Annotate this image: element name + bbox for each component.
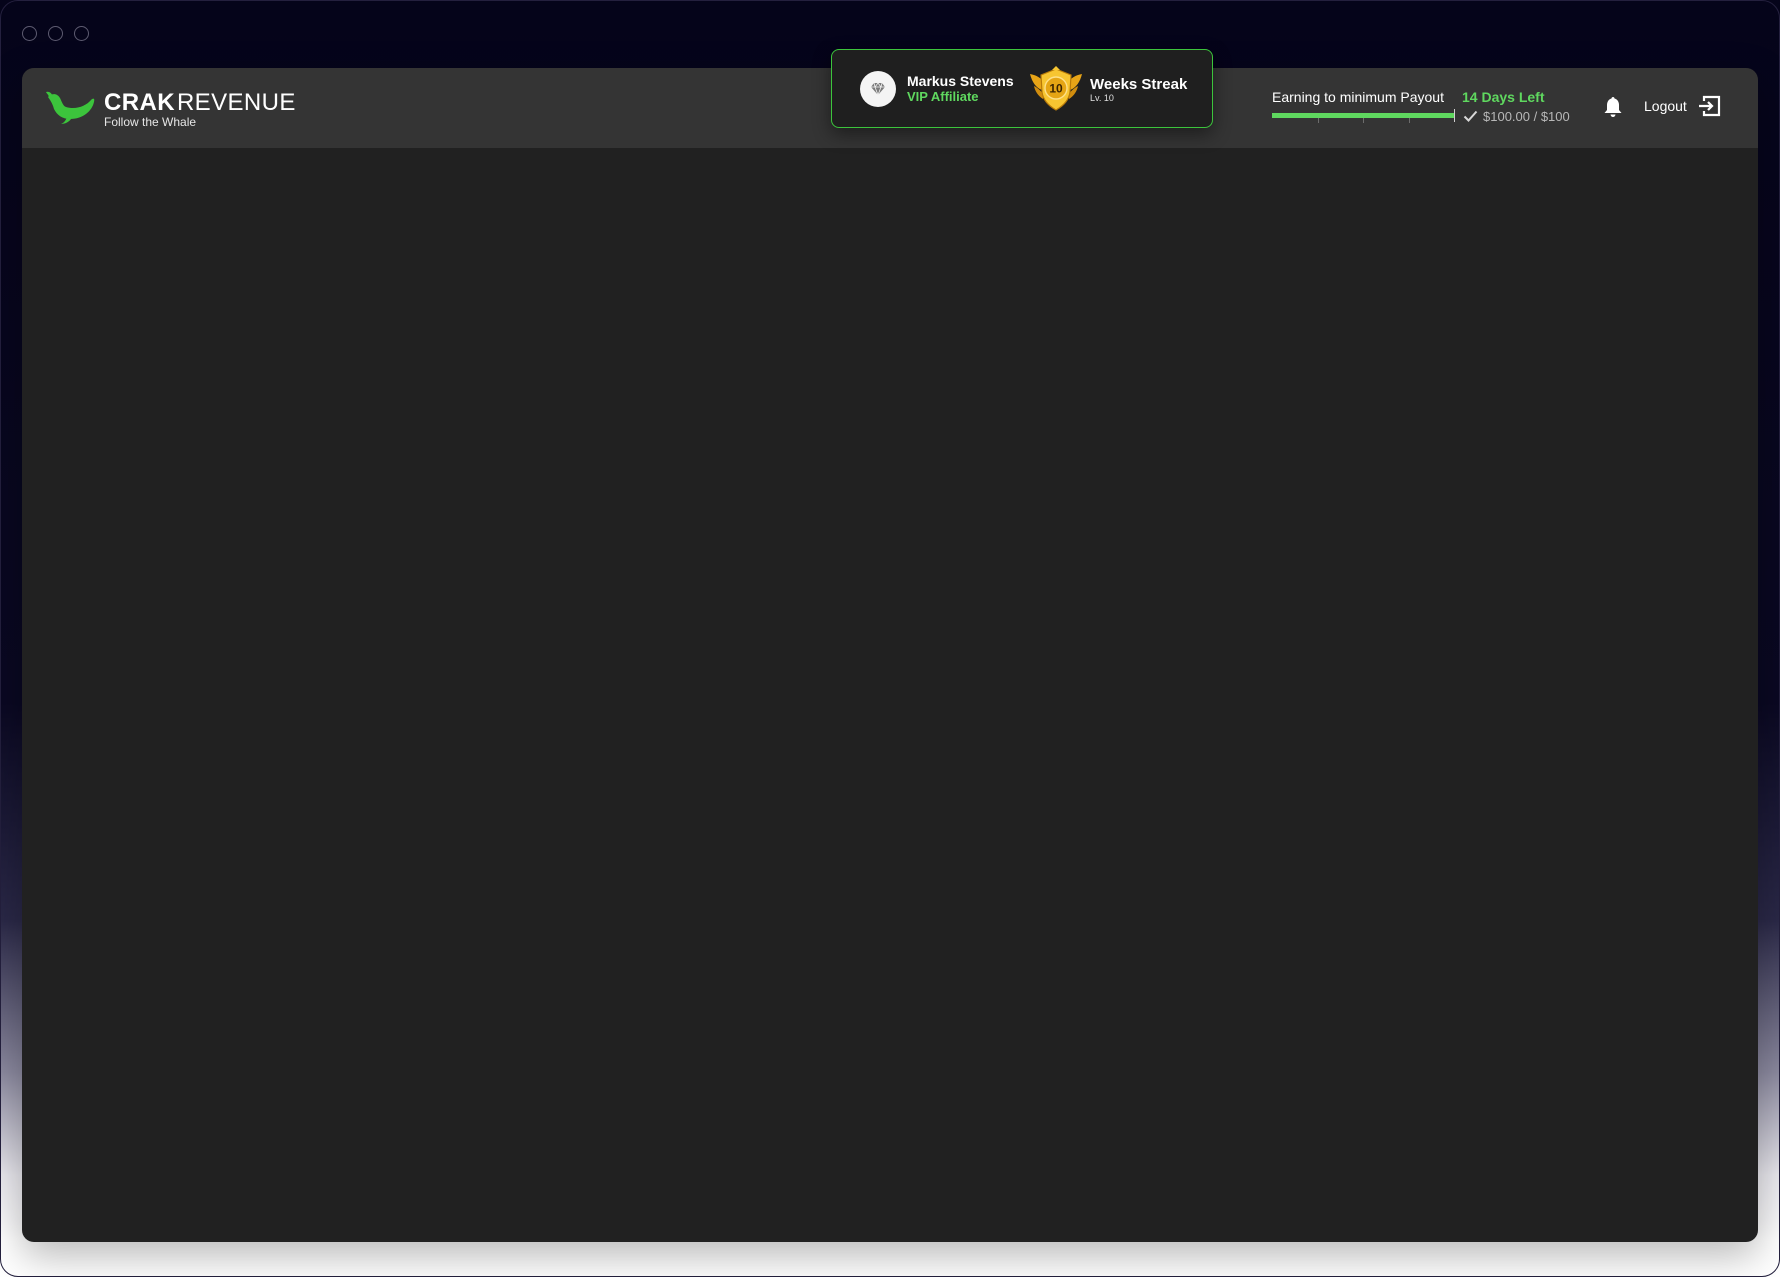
brand-name-bold: CRAK [104, 89, 175, 116]
brand-tagline: Follow the Whale [104, 115, 197, 129]
progress-tick [1363, 118, 1364, 123]
brand-name: CRAKREVENUE [104, 91, 296, 115]
window-maximize-button[interactable] [74, 26, 89, 41]
payout-progress: Earning to minimum Payout 14 Days Left $… [1272, 89, 1582, 129]
user-name: Markus Stevens [907, 73, 1014, 89]
notifications-button[interactable] [1604, 96, 1622, 123]
streak-info: Weeks Streak Lv. 10 [1090, 76, 1187, 104]
progress-end-marker [1454, 109, 1455, 122]
avatar[interactable] [860, 71, 896, 107]
profile-card[interactable]: Markus Stevens VIP Affiliate 10 Weeks St… [831, 49, 1213, 128]
main-content-area [22, 148, 1758, 1242]
top-header: CRAKREVENUE Follow the Whale Markus Stev… [22, 49, 1758, 148]
bell-icon [1604, 97, 1622, 117]
progress-tick [1318, 118, 1319, 123]
streak-badge-number: 10 [1049, 82, 1063, 96]
window-controls [22, 26, 89, 41]
days-left: 14 Days Left [1462, 89, 1545, 105]
logout-icon [1698, 95, 1720, 117]
crakrevenue-logo[interactable]: CRAKREVENUE Follow the Whale [46, 89, 296, 129]
whale-icon [46, 91, 95, 124]
window-minimize-button[interactable] [48, 26, 63, 41]
logout-label: Logout [1644, 98, 1687, 114]
progress-tick [1409, 118, 1410, 123]
streak-level: Lv. 10 [1090, 93, 1114, 103]
user-tier: VIP Affiliate [907, 89, 979, 104]
check-icon [1463, 110, 1478, 122]
payout-amount: $100.00 / $100 [1483, 109, 1570, 124]
streak-title: Weeks Streak [1090, 76, 1188, 93]
user-info: Markus Stevens VIP Affiliate [907, 73, 1014, 105]
winged-shield-badge-icon: 10 [1028, 66, 1084, 117]
logout-button[interactable]: Logout [1644, 94, 1722, 118]
window-close-button[interactable] [22, 26, 37, 41]
brand-name-regular: REVENUE [176, 89, 296, 116]
payout-progress-bar [1272, 109, 1455, 123]
logo-text: CRAKREVENUE Follow the Whale [104, 91, 296, 130]
payout-label: Earning to minimum Payout [1272, 89, 1444, 105]
app-window: CRAKREVENUE Follow the Whale Markus Stev… [22, 49, 1758, 1242]
diamond-icon [871, 82, 885, 96]
